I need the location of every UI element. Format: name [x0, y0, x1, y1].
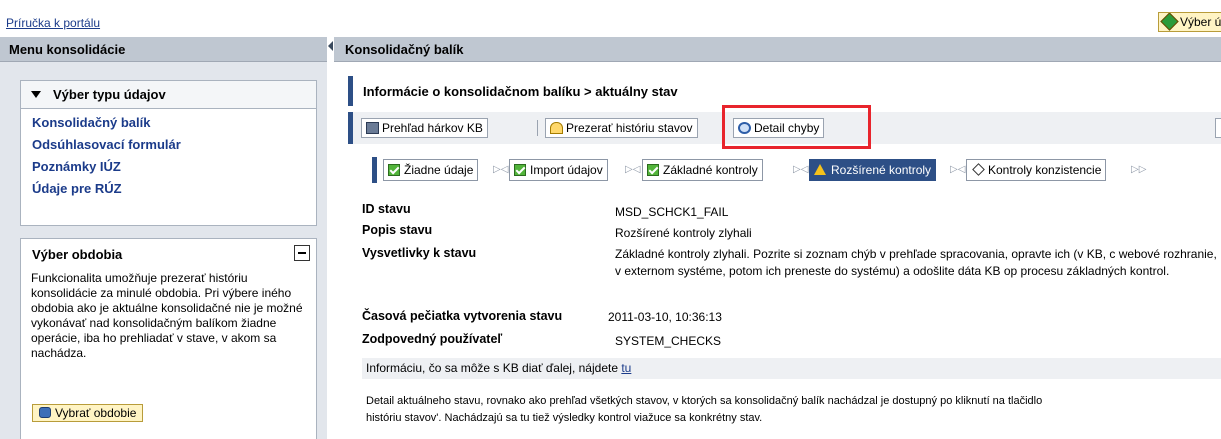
- left-panel: Výber typu údajov Konsolidačný balík Ods…: [0, 62, 327, 439]
- main-header: Konsolidačný balík: [334, 37, 1221, 62]
- check-icon: [514, 164, 526, 176]
- step-basic-checks: Základné kontroly: [642, 159, 763, 181]
- next-steps-link[interactable]: tu: [621, 361, 631, 375]
- view-history-button[interactable]: Prezerať históriu stavov: [545, 118, 698, 138]
- sheets-overview-button[interactable]: Prehľad hárkov KB: [361, 118, 488, 138]
- nav-link-notes-iuz[interactable]: Poznámky IÚZ: [21, 156, 316, 178]
- connector-icon: ▷◁: [625, 164, 641, 175]
- step-label: Žiadne údaje: [404, 163, 474, 177]
- period-box: Výber obdobia Funkcionalita umožňuje pre…: [20, 238, 317, 439]
- status-desc-label: Popis stavu: [362, 223, 433, 237]
- period-description: Funkcionalita umožňuje prezerať históriu…: [31, 271, 303, 360]
- step-import: Import údajov: [509, 159, 608, 181]
- status-steps: Žiadne údaje ▷◁ Import údajov ▷◁ Základn…: [372, 157, 1221, 183]
- account-select-button[interactable]: Výber účt: [1158, 12, 1221, 32]
- step-label: Základné kontroly: [663, 163, 758, 177]
- panel-splitter[interactable]: [327, 37, 334, 439]
- data-type-box: Výber typu údajov Konsolidačný balík Ods…: [20, 80, 317, 226]
- responsible-user-label: Zodpovedný používateľ: [362, 332, 503, 346]
- check-icon: [388, 164, 400, 176]
- footer-line-1: Detail aktuálneho stavu, rovnako ako pre…: [366, 395, 1043, 407]
- next-steps-info: Informáciu, čo sa môže s KB diať ďalej, …: [362, 358, 1221, 379]
- collapse-triangle-icon: [31, 91, 41, 98]
- status-desc-value: Rozšírené kontroly zlyhali: [615, 226, 752, 240]
- timestamp-value: 2011-03-10, 10:36:13: [608, 310, 722, 324]
- nav-link-consolidation-package[interactable]: Konsolidačný balík: [21, 112, 316, 134]
- footer-description: Detail aktuálneho stavu, rovnako ako pre…: [366, 393, 1221, 427]
- step-extended-checks: Rozšírené kontroly: [809, 159, 937, 181]
- step-consistency-checks: Kontroly konzistencie: [966, 159, 1107, 181]
- sheets-overview-label: Prehľad hárkov KB: [382, 121, 483, 135]
- collapse-button[interactable]: [294, 245, 310, 261]
- left-panel-header: Menu konsolidácie: [0, 37, 327, 62]
- data-type-title-text: Výber typu údajov: [53, 87, 166, 102]
- responsible-user-value: SYSTEM_CHECKS: [615, 334, 722, 348]
- view-history-label: Prezerať históriu stavov: [566, 121, 693, 135]
- connector-icon: ▷◁: [793, 164, 809, 175]
- next-steps-text: Informáciu, čo sa môže s KB diať ďalej, …: [366, 361, 622, 375]
- warning-icon: [814, 164, 826, 175]
- step-label: Kontroly konzistencie: [988, 163, 1102, 177]
- portal-guide-link[interactable]: Príručka k portálu: [6, 16, 100, 30]
- database-icon: [39, 407, 51, 418]
- steps-bar: [372, 157, 377, 183]
- account-select-label: Výber účt: [1180, 15, 1221, 29]
- account-icon: [1160, 13, 1179, 31]
- footer-line-2: históriu stavov'. Nachádzajú sa tu tiež …: [366, 412, 763, 424]
- period-title-text: Výber obdobia: [32, 247, 123, 262]
- status-id-value: MSD_SCHCK1_FAIL: [615, 205, 729, 219]
- status-id-label: ID stavu: [362, 202, 411, 216]
- toolbar-overflow-button[interactable]: [1215, 118, 1221, 138]
- page-title: Informácie o konsolidačnom balíku > aktu…: [348, 76, 1221, 106]
- explanation-value: Základné kontroly zlyhali. Pozrite si zo…: [615, 247, 1217, 278]
- step-no-data: Žiadne údaje: [383, 159, 479, 181]
- timestamp-label: Časová pečiatka vytvorenia stavu: [362, 309, 563, 323]
- connector-end-icon: ▷▷: [1131, 164, 1147, 175]
- connector-icon: ▷◁: [950, 164, 966, 175]
- connector-icon: ▷◁: [493, 164, 509, 175]
- main-content: Informácie o konsolidačnom balíku > aktu…: [334, 62, 1221, 439]
- explanation-label: Vysvetlivky k stavu: [362, 246, 477, 260]
- data-type-box-title[interactable]: Výber typu údajov: [21, 81, 316, 109]
- diamond-icon: [972, 163, 985, 176]
- user-history-icon: [550, 122, 563, 134]
- sheets-icon: [366, 122, 379, 134]
- collapse-left-arrow-icon[interactable]: [328, 41, 333, 51]
- select-period-label: Vybrať obdobie: [55, 406, 137, 420]
- toolbar-separator: [537, 120, 538, 136]
- select-period-button[interactable]: Vybrať obdobie: [32, 404, 144, 422]
- step-label: Rozšírené kontroly: [831, 163, 932, 177]
- check-icon: [647, 164, 659, 176]
- nav-link-reconciliation-form[interactable]: Odsúhlasovací formulár: [21, 134, 316, 156]
- nav-link-data-ruz[interactable]: Údaje pre RÚZ: [21, 178, 316, 200]
- period-box-title: Výber obdobia: [21, 239, 316, 269]
- top-bar: Príručka k portálu Výber účt: [0, 0, 1221, 37]
- step-label: Import údajov: [530, 163, 603, 177]
- highlight-box: [722, 105, 871, 149]
